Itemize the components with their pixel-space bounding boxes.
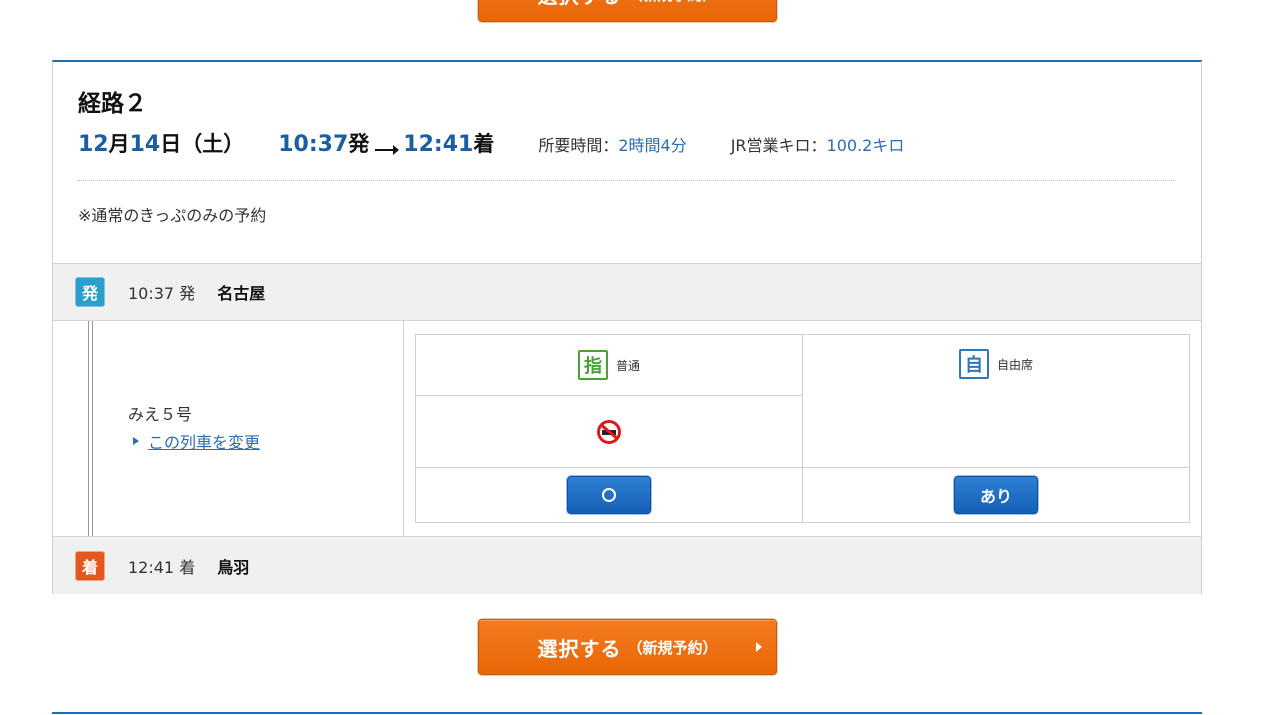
select-button-label: 選択する — [537, 636, 622, 661]
non-reserved-seat-icon: 自 — [958, 349, 989, 379]
select-button-sub-label: （新規予約） — [627, 0, 717, 5]
depart-time: 10:37 — [278, 132, 349, 157]
train-name: みえ５号 — [128, 405, 193, 424]
date-month-unit: 月 — [108, 132, 130, 156]
seat-table: 指 普通 自 自由席 あり — [415, 334, 1190, 523]
arrival-row: 着 12:41 着 鳥羽 — [53, 536, 1201, 594]
route-summary: 12月14日（土） 10:37 発 12:41 着 所要時間： 2時間4分 JR営業キ… — [78, 128, 904, 158]
divider — [78, 180, 1176, 181]
non-reserved-availability-button[interactable]: あり — [954, 476, 1038, 514]
non-reserved-availability-cell: あり — [803, 468, 1189, 522]
date-month: 12 — [78, 132, 109, 157]
reserved-seat-label: 普通 — [615, 358, 640, 373]
train-info: みえ５号 この列車を変更 — [53, 321, 404, 536]
arrival-station: 鳥羽 — [217, 557, 250, 577]
route-date: 12月14日（土） — [78, 128, 244, 158]
chevron-right-icon — [756, 642, 762, 652]
duration-value: 2時間4分 — [618, 136, 687, 155]
route-title: 経路２ — [78, 91, 147, 117]
no-smoking-icon — [597, 419, 621, 444]
select-button-top[interactable]: 選択する （新規予約） — [478, 0, 777, 22]
departure-station: 名古屋 — [217, 284, 266, 303]
change-train-label: この列車を変更 — [148, 433, 261, 452]
depart-badge-icon: 発 — [76, 278, 104, 306]
reserved-availability-cell — [416, 468, 803, 522]
circle-mark-icon — [602, 488, 616, 502]
reserved-seat-icon: 指 — [577, 350, 608, 380]
arrive-time: 12:41 — [403, 132, 474, 157]
departure-time: 10:37 発 — [128, 284, 196, 303]
route-card: 経路２ 12月14日（土） 10:37 発 12:41 着 所要時間： 2時間4分 J… — [52, 60, 1202, 594]
duration-label: 所要時間： — [538, 136, 619, 155]
change-train-link[interactable]: この列車を変更 — [133, 429, 260, 453]
arrive-badge-icon: 着 — [76, 551, 104, 580]
train-section: みえ５号 この列車を変更 指 普通 自 自由席 あり — [53, 321, 1201, 536]
date-day: 14 — [129, 132, 161, 157]
select-button[interactable]: 選択する （新規予約） — [478, 619, 777, 675]
next-route-divider — [52, 712, 1202, 714]
depart-suffix: 発 — [348, 132, 370, 156]
distance-value: 100.2キロ — [826, 136, 905, 155]
reserved-availability-button[interactable] — [567, 476, 651, 514]
route-note: ※通常のきっぷのみの予約 — [78, 206, 267, 225]
select-button-sub-label: （新規予約） — [627, 638, 718, 657]
distance-label: JR営業キロ： — [730, 136, 827, 155]
arrive-suffix: 着 — [473, 132, 495, 156]
arrival-time: 12:41 着 — [128, 557, 196, 577]
arrow-right-icon — [375, 145, 400, 155]
reserved-seat-header: 指 普通 — [416, 335, 803, 396]
date-weekday: （土） — [181, 132, 245, 156]
triangle-right-icon — [133, 437, 139, 445]
non-reserved-seat-header: 自 自由席 — [803, 335, 1189, 468]
rail-line — [88, 321, 93, 536]
smoking-cell — [416, 396, 803, 468]
departure-row: 発 10:37 発 名古屋 — [53, 263, 1201, 321]
select-button-label: 選択する — [537, 0, 621, 9]
date-day-unit: 日 — [160, 132, 182, 156]
non-reserved-seat-label: 自由席 — [996, 357, 1033, 372]
